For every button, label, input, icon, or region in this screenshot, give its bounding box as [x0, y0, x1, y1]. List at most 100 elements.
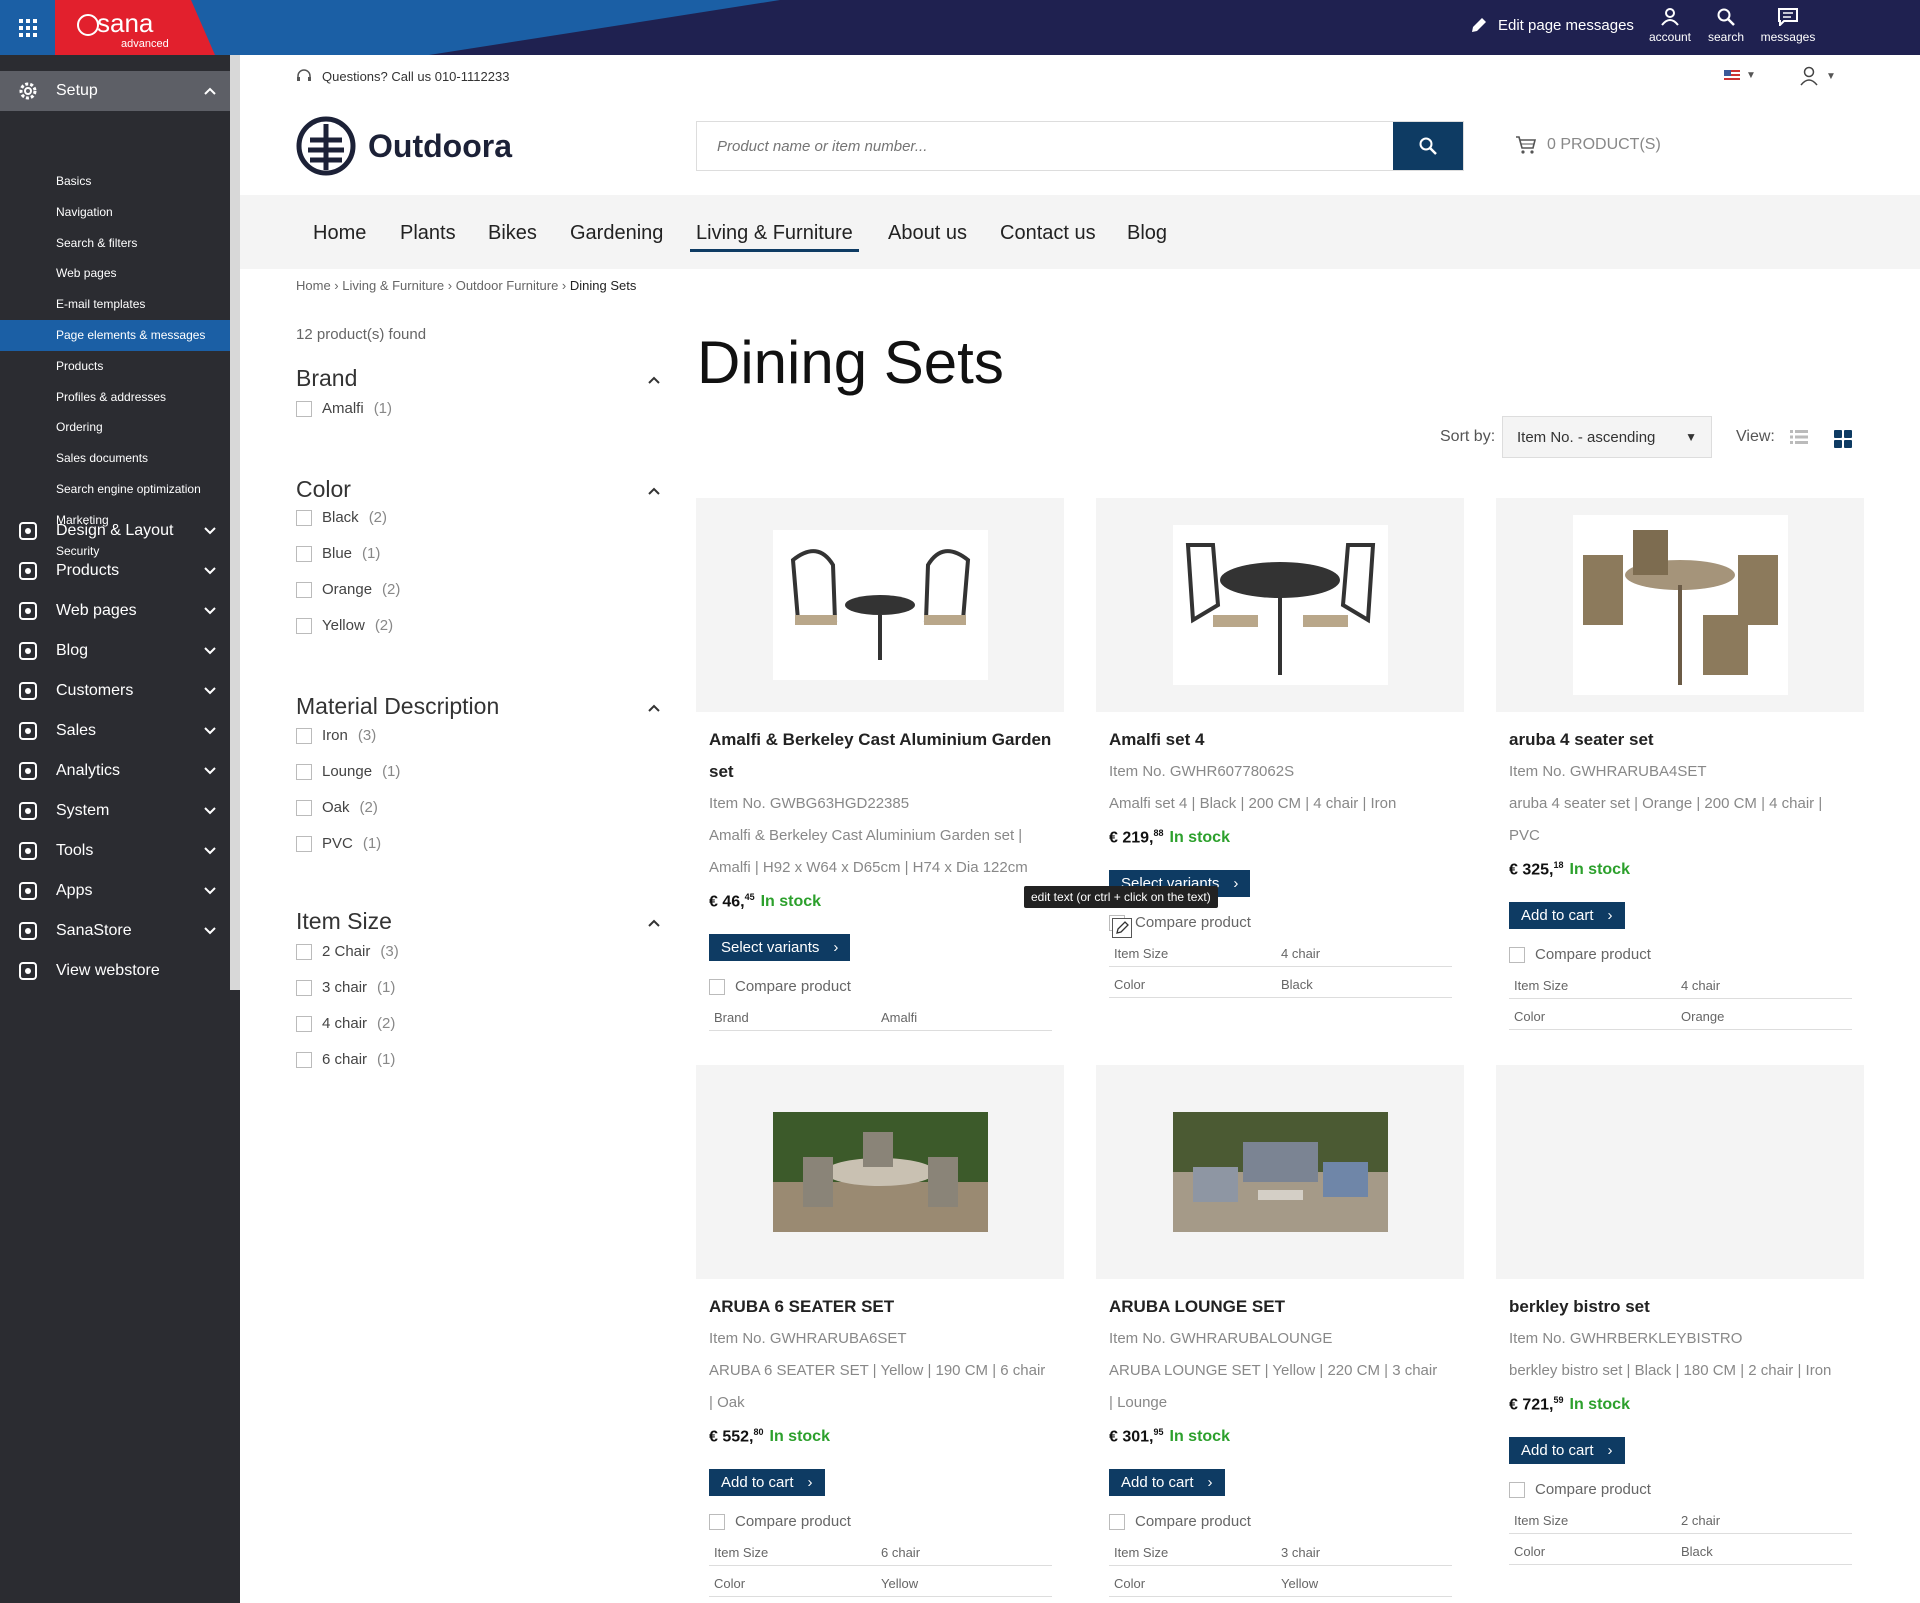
sana-logo[interactable]: sana advanced — [55, 0, 215, 55]
sidebar-item-blog[interactable]: Blog — [0, 631, 230, 671]
nav-item-home[interactable]: Home — [313, 222, 366, 245]
nav-item-plants[interactable]: Plants — [400, 222, 456, 245]
product-title[interactable]: ARUBA 6 SEATER SET — [709, 1291, 1054, 1323]
edit-page-messages-button[interactable]: Edit page messages — [1470, 16, 1634, 34]
account-button[interactable]: account — [1640, 6, 1700, 44]
sidebar-scrollbar[interactable] — [230, 55, 240, 990]
sidebar-subitem[interactable]: Profiles & addresses — [0, 382, 230, 413]
search-submit-button[interactable] — [1393, 122, 1463, 170]
checkbox[interactable] — [296, 509, 312, 526]
language-selector[interactable]: ▼ — [1724, 70, 1756, 81]
facet-option[interactable]: Blue (1) — [296, 545, 380, 562]
product-title[interactable]: set — [709, 756, 1054, 788]
sidebar-item-analytics[interactable]: Analytics — [0, 751, 230, 791]
sidebar-item-tools[interactable]: Tools — [0, 831, 230, 871]
checkbox[interactable] — [296, 835, 312, 852]
edit-text-icon[interactable] — [1112, 918, 1132, 938]
sidebar-subitem[interactable]: Products — [0, 351, 230, 382]
add-to-cart-button[interactable]: Add to cart › — [1109, 1469, 1225, 1496]
facet-option[interactable]: Lounge (1) — [296, 763, 400, 780]
sidebar-subitem[interactable]: Search engine optimization — [0, 474, 230, 505]
checkbox[interactable] — [296, 763, 312, 780]
search-input[interactable] — [697, 122, 1393, 170]
user-menu[interactable]: ▼ — [1800, 66, 1836, 86]
select-variants-button[interactable]: Select variants › — [709, 934, 851, 961]
facet-option[interactable]: 3 chair (1) — [296, 979, 395, 996]
compare-product[interactable]: Compare product — [709, 978, 851, 995]
add-to-cart-button[interactable]: Add to cart › — [709, 1469, 825, 1496]
checkbox[interactable] — [709, 1513, 725, 1530]
store-logo[interactable]: Outdoora — [296, 116, 512, 176]
sidebar-item-design-layout[interactable]: Design & Layout — [0, 511, 230, 551]
checkbox[interactable] — [296, 979, 312, 996]
sidebar-subitem[interactable]: Basics — [0, 166, 230, 197]
compare-product[interactable]: Compare product — [1109, 1513, 1251, 1530]
facet-title-color[interactable]: Color — [296, 476, 351, 503]
product-image[interactable] — [1496, 498, 1864, 712]
mini-cart[interactable]: 0 PRODUCT(S) — [1515, 135, 1661, 155]
checkbox[interactable] — [296, 727, 312, 744]
nav-item-blog[interactable]: Blog — [1127, 222, 1167, 245]
breadcrumb-link[interactable]: Home — [296, 278, 331, 293]
facet-option[interactable]: PVC (1) — [296, 835, 381, 852]
sidebar-item-apps[interactable]: Apps — [0, 871, 230, 911]
facet-option[interactable]: Orange (2) — [296, 581, 400, 598]
grid-view-button[interactable] — [1834, 430, 1852, 453]
chevron-up-icon[interactable] — [648, 482, 660, 500]
product-image[interactable] — [1096, 1065, 1464, 1279]
nav-item-contact-us[interactable]: Contact us — [1000, 222, 1096, 245]
checkbox[interactable] — [296, 581, 312, 598]
sidebar-subitem[interactable]: Web pages — [0, 258, 230, 289]
compare-product[interactable]: Compare product — [1509, 1481, 1651, 1498]
facet-option[interactable]: Iron (3) — [296, 727, 376, 744]
checkbox[interactable] — [296, 943, 312, 960]
product-image[interactable] — [696, 1065, 1064, 1279]
sidebar-subitem[interactable]: Search & filters — [0, 228, 230, 259]
facet-option[interactable]: 2 Chair (3) — [296, 943, 399, 960]
breadcrumb-link[interactable]: Outdoor Furniture — [456, 278, 559, 293]
nav-item-gardening[interactable]: Gardening — [570, 222, 663, 245]
chevron-up-icon[interactable] — [648, 371, 660, 389]
facet-option[interactable]: Black (2) — [296, 509, 387, 526]
checkbox[interactable] — [1509, 1481, 1525, 1498]
checkbox[interactable] — [296, 1015, 312, 1032]
sidebar-item-setup[interactable]: Setup — [0, 71, 230, 111]
apps-grid-icon[interactable] — [0, 0, 55, 55]
chevron-up-icon[interactable] — [648, 914, 660, 932]
facet-title-brand[interactable]: Brand — [296, 365, 357, 392]
compare-product[interactable]: Compare product — [1509, 946, 1651, 963]
checkbox[interactable] — [1509, 946, 1525, 963]
facet-option[interactable]: 6 chair (1) — [296, 1051, 395, 1068]
add-to-cart-button[interactable]: Add to cart › — [1509, 902, 1625, 929]
sidebar-subitem[interactable]: Page elements & messages — [0, 320, 230, 351]
facet-title-size[interactable]: Item Size — [296, 908, 392, 935]
sidebar-item-products[interactable]: Products — [0, 551, 230, 591]
facet-option[interactable]: Yellow (2) — [296, 617, 393, 634]
checkbox[interactable] — [296, 545, 312, 562]
sidebar-subitem[interactable]: Ordering — [0, 412, 230, 443]
checkbox[interactable] — [1109, 1513, 1125, 1530]
checkbox[interactable] — [296, 1051, 312, 1068]
product-image[interactable] — [696, 498, 1064, 712]
search-button[interactable]: search — [1696, 6, 1756, 44]
product-title[interactable]: Amalfi set 4 — [1109, 724, 1454, 756]
sort-select[interactable]: Item No. - ascending ▼ — [1502, 416, 1712, 458]
nav-item-bikes[interactable]: Bikes — [488, 222, 537, 245]
checkbox[interactable] — [296, 617, 312, 634]
sidebar-item-sanastore[interactable]: SanaStore — [0, 911, 230, 951]
product-title[interactable]: Amalfi & Berkeley Cast Aluminium Garden — [709, 724, 1054, 756]
sidebar-item-web-pages[interactable]: Web pages — [0, 591, 230, 631]
facet-option[interactable]: 4 chair (2) — [296, 1015, 395, 1032]
sidebar-item-sales[interactable]: Sales — [0, 711, 230, 751]
facet-option[interactable]: Amalfi (1) — [296, 400, 392, 417]
product-title[interactable]: berkley bistro set — [1509, 1291, 1854, 1323]
checkbox[interactable] — [296, 400, 312, 417]
checkbox[interactable] — [296, 799, 312, 816]
nav-item-living-furniture[interactable]: Living & Furniture — [690, 222, 859, 252]
chevron-up-icon[interactable] — [648, 699, 660, 717]
compare-product[interactable]: Compare product — [709, 1513, 851, 1530]
facet-option[interactable]: Oak (2) — [296, 799, 378, 816]
messages-button[interactable]: messages — [1758, 6, 1818, 44]
sidebar-item-view-webstore[interactable]: View webstore — [0, 951, 230, 991]
breadcrumb-link[interactable]: Living & Furniture — [342, 278, 444, 293]
